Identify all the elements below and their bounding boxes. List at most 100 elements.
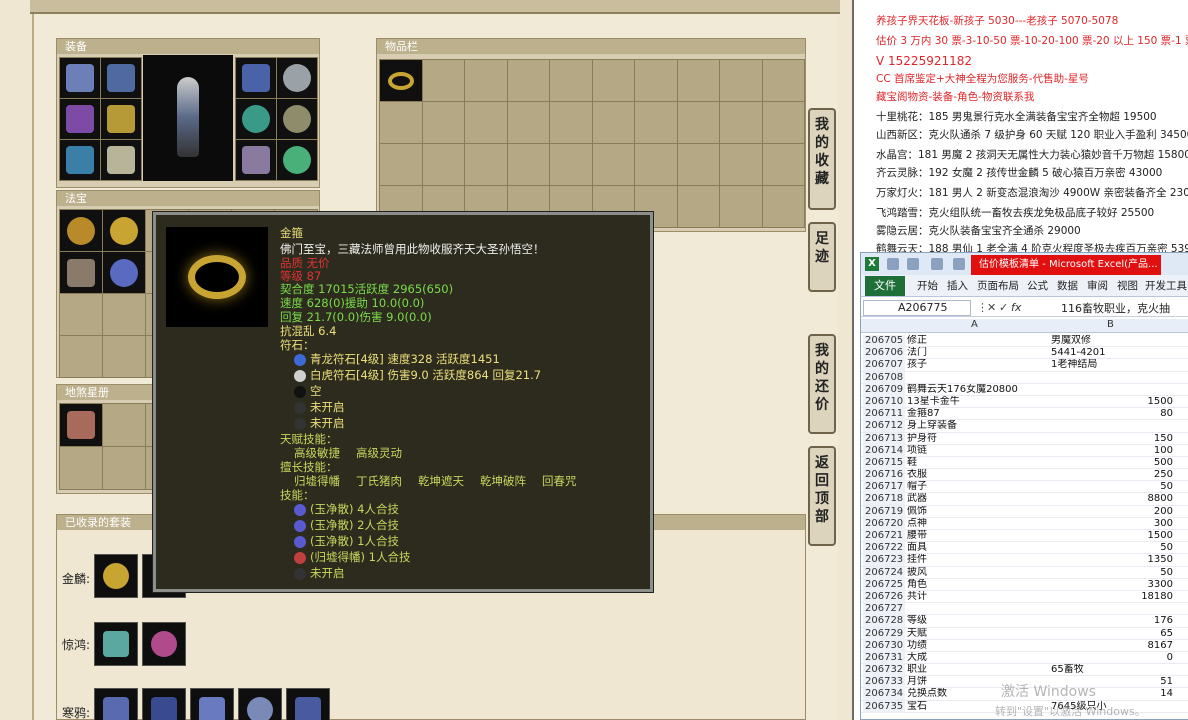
inventory-slot[interactable]: [507, 102, 549, 143]
cell-a[interactable]: 修正: [907, 335, 1043, 347]
row-number[interactable]: 206718: [863, 493, 905, 506]
row-number[interactable]: 206725: [863, 578, 905, 591]
inventory-slot[interactable]: [720, 102, 762, 143]
cell-a[interactable]: 13星卡金牛: [907, 396, 1043, 408]
insert-function-icon[interactable]: fx: [1011, 301, 1021, 314]
fabao-slot[interactable]: [60, 294, 102, 335]
column-header-a[interactable]: A: [971, 319, 978, 330]
inventory-slot[interactable]: [507, 60, 549, 101]
inventory-slot[interactable]: [635, 60, 677, 101]
cell-b[interactable]: 50: [1041, 567, 1173, 579]
cell-b[interactable]: 1500: [1041, 530, 1173, 542]
inventory-slot-gold-ring[interactable]: [380, 60, 422, 101]
row-number[interactable]: 206705: [863, 335, 905, 347]
cell-a[interactable]: 共计: [907, 591, 1043, 603]
inventory-slot[interactable]: [592, 60, 634, 101]
inventory-slot[interactable]: [677, 102, 719, 143]
cell-a[interactable]: 角色: [907, 579, 1043, 591]
row-number[interactable]: 206711: [863, 408, 905, 421]
row-number[interactable]: 206719: [863, 505, 905, 518]
inventory-slot[interactable]: [422, 144, 464, 185]
fabao-slot[interactable]: [103, 210, 145, 251]
fabao-slot[interactable]: [60, 210, 102, 251]
equip-slot-belt[interactable]: [236, 58, 276, 98]
equip-slot-ring[interactable]: [236, 99, 276, 139]
equip-slot-crown[interactable]: [236, 140, 276, 180]
row-number[interactable]: 206730: [863, 639, 905, 652]
ribbon-tab-insert[interactable]: 插入: [947, 278, 968, 293]
cell-b[interactable]: 18180: [1041, 591, 1173, 603]
cell-a[interactable]: 鹤舞云天176女魔20800: [907, 384, 1043, 396]
inventory-slot[interactable]: [762, 60, 804, 101]
cell-b[interactable]: 1老神结局: [1051, 359, 1161, 371]
row-number[interactable]: 206722: [863, 542, 905, 555]
row-number[interactable]: 206709: [863, 383, 905, 396]
cell-a[interactable]: 护身符: [907, 433, 1043, 445]
column-header-b[interactable]: B: [1107, 319, 1114, 330]
row-number[interactable]: 206712: [863, 420, 905, 433]
row-number[interactable]: 206727: [863, 603, 905, 616]
row-number[interactable]: 206710: [863, 395, 905, 408]
inventory-slot[interactable]: [720, 144, 762, 185]
inventory-slot[interactable]: [762, 186, 804, 227]
cell-b[interactable]: 65: [1041, 628, 1173, 640]
equip-slot-bracelet[interactable]: [277, 99, 317, 139]
cell-a[interactable]: 功绩: [907, 640, 1043, 652]
inventory-slot[interactable]: [762, 144, 804, 185]
back-to-top-tab[interactable]: 返回顶部: [808, 446, 836, 546]
ribbon-tab-page-layout[interactable]: 页面布局: [977, 278, 1019, 293]
equip-slot-necklace[interactable]: [277, 58, 317, 98]
cell-b[interactable]: 80: [1041, 408, 1173, 420]
row-number[interactable]: 206713: [863, 432, 905, 445]
my-counteroffer-tab[interactable]: 我的还价: [808, 334, 836, 434]
cell-a[interactable]: 职业: [907, 664, 1043, 676]
cell-a[interactable]: 大成: [907, 652, 1043, 664]
row-number[interactable]: 206726: [863, 590, 905, 603]
row-number[interactable]: 206723: [863, 554, 905, 567]
fabao-slot[interactable]: [60, 336, 102, 377]
cell-b[interactable]: 1500: [1041, 396, 1173, 408]
dijiao-slot[interactable]: [60, 404, 102, 446]
ribbon-tab-formulas[interactable]: 公式: [1027, 278, 1048, 293]
ribbon-tab-review[interactable]: 审阅: [1087, 278, 1108, 293]
row-number[interactable]: 206728: [863, 615, 905, 628]
inventory-slot[interactable]: [677, 60, 719, 101]
row-number[interactable]: 206733: [863, 676, 905, 689]
name-box[interactable]: A206775: [863, 300, 971, 316]
inventory-slot[interactable]: [635, 102, 677, 143]
cell-a[interactable]: 挂件: [907, 554, 1043, 566]
cell-a[interactable]: 鞋: [907, 457, 1043, 469]
inventory-slot[interactable]: [380, 144, 422, 185]
inventory-slot[interactable]: [380, 102, 422, 143]
cell-a[interactable]: 帽子: [907, 481, 1043, 493]
inventory-slot[interactable]: [465, 102, 507, 143]
row-number[interactable]: 206729: [863, 627, 905, 640]
ribbon-tab-view[interactable]: 视图: [1117, 278, 1138, 293]
inventory-slot[interactable]: [465, 144, 507, 185]
set-item-hanya[interactable]: [238, 688, 282, 720]
set-item-hanya[interactable]: [190, 688, 234, 720]
cell-b[interactable]: 100: [1041, 445, 1173, 457]
equip-slot-armor[interactable]: [101, 99, 141, 139]
inventory-slot[interactable]: [720, 186, 762, 227]
cell-b[interactable]: 0: [1041, 652, 1173, 664]
equip-slot-boots[interactable]: [101, 140, 141, 180]
cell-b[interactable]: 50: [1041, 542, 1173, 554]
redo-icon[interactable]: [931, 258, 943, 270]
customize-toolbar-icon[interactable]: [953, 258, 965, 270]
cell-b[interactable]: 500: [1041, 457, 1173, 469]
cell-b[interactable]: 男魔双修: [1051, 335, 1161, 347]
set-item-jinlin[interactable]: [94, 554, 138, 598]
ribbon-tab-home[interactable]: 开始: [917, 278, 938, 293]
inventory-slot[interactable]: [422, 60, 464, 101]
dijiao-slot[interactable]: [60, 447, 102, 489]
row-number[interactable]: 206716: [863, 469, 905, 482]
equip-slot-orb[interactable]: [277, 140, 317, 180]
inventory-slot[interactable]: [635, 144, 677, 185]
row-number[interactable]: 206717: [863, 481, 905, 494]
cell-b[interactable]: 300: [1041, 518, 1173, 530]
inventory-slot[interactable]: [550, 102, 592, 143]
cell-b[interactable]: 8167: [1041, 640, 1173, 652]
cell-a[interactable]: 衣服: [907, 469, 1043, 481]
equip-slot-cape[interactable]: [101, 58, 141, 98]
